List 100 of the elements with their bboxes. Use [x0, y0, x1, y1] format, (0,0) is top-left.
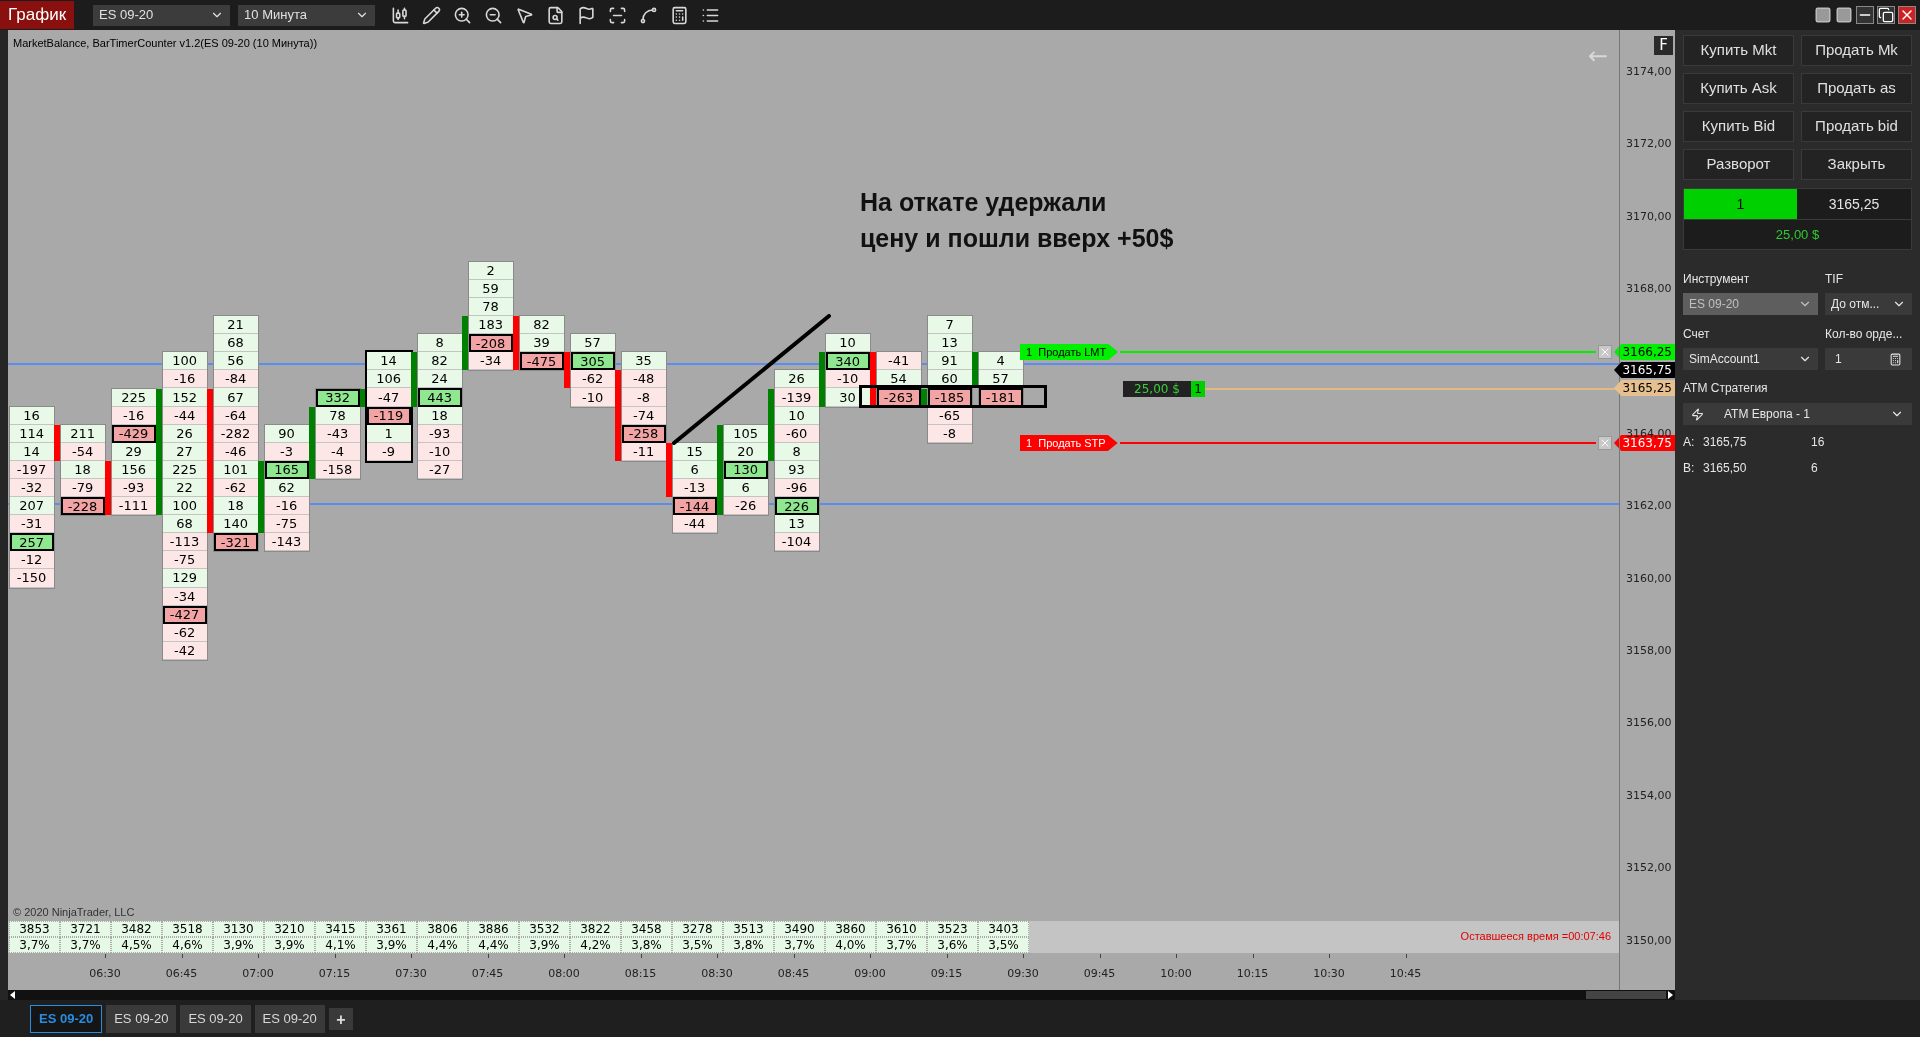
- time-label: 08:30: [700, 966, 734, 982]
- zoom-in-icon[interactable]: [453, 5, 473, 25]
- minimize-icon[interactable]: [1856, 6, 1874, 24]
- volume-cell: 3490: [774, 921, 825, 937]
- horizontal-scrollbar[interactable]: [0, 990, 1675, 1000]
- footprint-cell: -12: [9, 551, 54, 570]
- instrument-dropdown[interactable]: ES 09-20: [93, 4, 231, 26]
- chart-tab[interactable]: ES 09-20: [180, 1004, 251, 1033]
- atm-dropdown[interactable]: АТМ Европа - 1: [1683, 403, 1912, 425]
- footprint-cell: 10: [825, 334, 870, 353]
- percent-cell: 3,7%: [774, 937, 825, 953]
- flag-icon[interactable]: [577, 5, 597, 25]
- footprint-cell: 100: [162, 497, 207, 516]
- price-label: 3174,00: [1626, 65, 1672, 77]
- footprint-cell: -263: [876, 388, 921, 407]
- footprint-cell: -75: [162, 551, 207, 570]
- footprint-cell: 56: [213, 352, 258, 371]
- line-chart-icon[interactable]: [639, 5, 659, 25]
- calculator-icon[interactable]: [1889, 352, 1902, 366]
- chart-title: MarketBalance, BarTimerCounter v1.2(ES 09-20 (10 Минута)): [13, 36, 318, 51]
- chart-button[interactable]: График: [0, 1, 75, 29]
- percent-cell: 4,5%: [111, 937, 162, 953]
- order-button[interactable]: Разворот: [1683, 149, 1794, 180]
- quantity-field[interactable]: 1: [1825, 348, 1912, 370]
- footprint-cell: 18: [213, 497, 258, 516]
- candlestick-icon[interactable]: [391, 5, 411, 25]
- time-label: 07:00: [241, 966, 275, 982]
- order-button[interactable]: Продать Mk: [1801, 35, 1912, 66]
- axis-f-button[interactable]: F: [1654, 36, 1673, 55]
- scrollbar-thumb[interactable]: [1586, 991, 1666, 999]
- footprint-cell: -31: [9, 515, 54, 534]
- cancel-order-icon[interactable]: [1598, 345, 1612, 359]
- bracket-chart-icon[interactable]: [608, 5, 628, 25]
- position-price-tag: 3165,25: [1614, 380, 1675, 396]
- order-button[interactable]: Продать bid: [1801, 111, 1912, 142]
- document-search-icon[interactable]: [546, 5, 566, 25]
- footprint-cell: 106: [366, 370, 411, 389]
- footprint-cell: 16: [9, 406, 54, 425]
- order-button[interactable]: Продать as: [1801, 73, 1912, 104]
- add-tab-button[interactable]: +: [328, 1007, 353, 1030]
- footprint-cell: -10: [570, 388, 615, 407]
- footprint-cell: -84: [213, 370, 258, 389]
- window-tile-icon[interactable]: [1835, 6, 1853, 24]
- time-tick: [640, 954, 642, 958]
- cancel-order-icon[interactable]: [1598, 436, 1612, 450]
- calculator-icon[interactable]: [670, 5, 690, 25]
- zoom-out-icon[interactable]: [484, 5, 504, 25]
- time-label: 09:00: [853, 966, 887, 982]
- footprint-cell: 305: [570, 352, 615, 371]
- time-tick: [1405, 954, 1407, 958]
- volume-cell: 3415: [315, 921, 366, 937]
- order-button[interactable]: Закрыть: [1801, 149, 1912, 180]
- footprint-cell: -48: [621, 370, 666, 389]
- time-tick: [1023, 954, 1024, 958]
- footprint-cell: -16: [264, 497, 309, 516]
- volume-cell: 3278: [672, 921, 723, 937]
- time-tick: [1176, 954, 1177, 958]
- time-label: 07:15: [317, 966, 352, 982]
- tif-dropdown[interactable]: До отм...: [1825, 293, 1912, 315]
- time-tick: [411, 954, 412, 958]
- footprint-cell: -47: [366, 388, 411, 407]
- order-label[interactable]: 1 Продать LMT: [1020, 344, 1119, 360]
- footprint-cell: 211: [60, 424, 105, 443]
- percent-cell: 4,6%: [162, 937, 213, 953]
- close-icon[interactable]: [1898, 6, 1916, 24]
- pencil-icon[interactable]: [422, 5, 442, 25]
- pointer-icon[interactable]: [515, 5, 535, 25]
- footprint-cell: -62: [570, 370, 615, 389]
- time-tick: [487, 954, 489, 958]
- chart-tab[interactable]: ES 09-20: [254, 1004, 325, 1033]
- window-tile-icon[interactable]: [1814, 6, 1832, 24]
- footprint-cell: -208: [468, 334, 513, 353]
- footprint-cell: 82: [519, 316, 564, 335]
- footprint-cell: 7: [927, 316, 972, 335]
- chart-tab[interactable]: ES 09-20: [106, 1004, 177, 1033]
- footprint-cell: 14: [366, 352, 411, 371]
- order-button[interactable]: Купить Mkt: [1683, 35, 1794, 66]
- time-label: 10:15: [1235, 966, 1270, 982]
- chart-tab[interactable]: ES 09-20: [30, 1004, 103, 1033]
- time-tick: [717, 954, 718, 958]
- footprint-cell: -181: [978, 388, 1023, 407]
- order-label[interactable]: 1 Продать STP: [1020, 435, 1118, 451]
- footprint-cell: 257: [9, 533, 54, 552]
- footprint-cell: 57: [570, 334, 615, 353]
- time-label: 06:45: [164, 966, 199, 982]
- account-dropdown[interactable]: SimAccount1: [1683, 348, 1818, 370]
- time-tick: [258, 954, 259, 958]
- footprint-cell: 13: [927, 334, 972, 353]
- order-button[interactable]: Купить Bid: [1683, 111, 1794, 142]
- footprint-cell: 82: [417, 352, 462, 371]
- percent-cell: 3,6%: [927, 937, 978, 953]
- interval-dropdown[interactable]: 10 Минута: [238, 4, 376, 26]
- restore-icon[interactable]: [1877, 6, 1895, 24]
- price-label: 3170,00: [1626, 210, 1672, 222]
- footprint-cell: -475: [519, 352, 564, 371]
- percent-cell: 3,9%: [519, 937, 570, 953]
- footprint-cell: -34: [468, 352, 513, 371]
- footprint-cell: 105: [723, 424, 768, 443]
- order-button[interactable]: Купить Ask: [1683, 73, 1794, 104]
- footprint-cell: -16: [162, 370, 207, 389]
